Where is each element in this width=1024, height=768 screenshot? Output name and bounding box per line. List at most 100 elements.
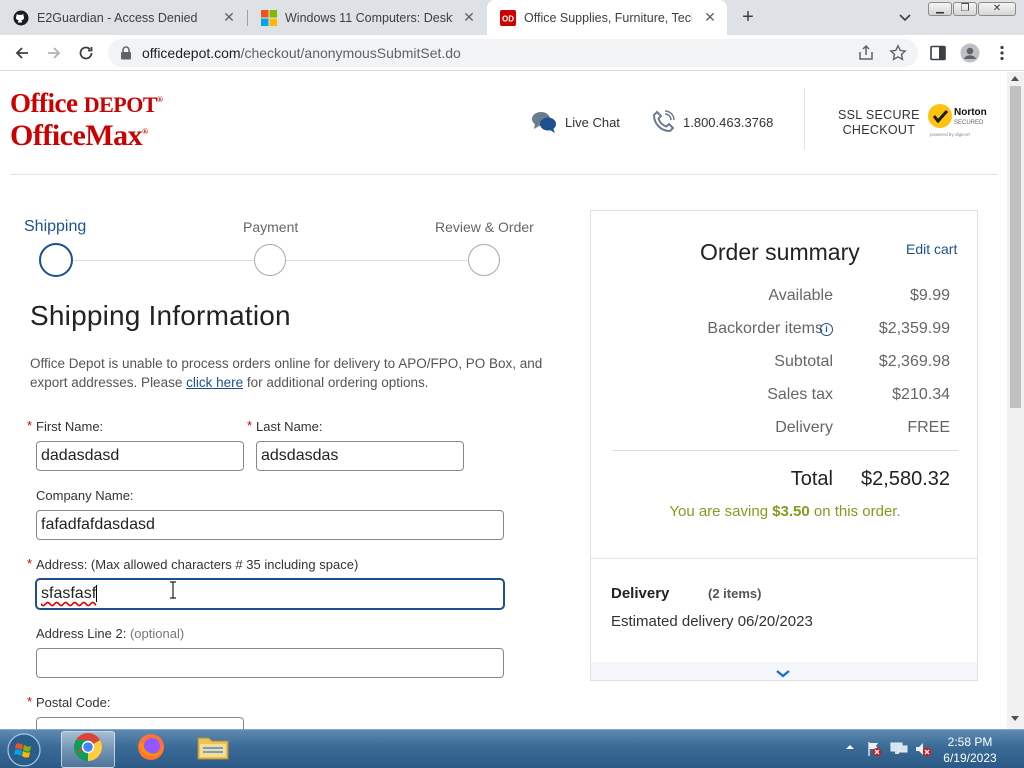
step-label-payment: Payment bbox=[243, 219, 299, 235]
clock-time: 2:58 PM bbox=[947, 735, 993, 749]
estimated-delivery: Estimated delivery 06/20/2023 bbox=[611, 613, 813, 630]
maximize-button[interactable]: ❐ bbox=[953, 2, 977, 16]
order-summary-panel: Order summary Edit cart Available $9.99 B… bbox=[590, 210, 978, 681]
folder-icon bbox=[197, 733, 229, 766]
step-connector bbox=[74, 260, 254, 261]
github-icon bbox=[13, 10, 29, 26]
first-name-field[interactable]: dadasdasd bbox=[36, 441, 244, 471]
last-name-field[interactable]: adsdasdas bbox=[256, 441, 464, 471]
bookmark-star-icon[interactable] bbox=[887, 42, 909, 64]
address-field[interactable]: sfasfasf bbox=[36, 579, 504, 609]
show-hidden-icons-icon[interactable] bbox=[845, 739, 855, 757]
chat-bubbles-icon bbox=[531, 110, 557, 134]
norton-powered-by: powered by digicert bbox=[930, 132, 971, 137]
delivery-item-count: (2 items) bbox=[708, 586, 762, 601]
delivery-expand-toggle[interactable] bbox=[591, 662, 977, 680]
share-icon[interactable] bbox=[855, 42, 877, 64]
delivery-heading: Delivery bbox=[611, 585, 670, 602]
summary-row-available: Available $9.99 bbox=[768, 287, 950, 304]
clock-date: 6/19/2023 bbox=[943, 751, 997, 765]
order-summary-title: Order summary bbox=[700, 239, 860, 265]
step-connector bbox=[286, 260, 468, 261]
taskbar-chrome[interactable] bbox=[61, 731, 115, 768]
close-tab-icon[interactable]: ✕ bbox=[222, 10, 236, 24]
page-title: Shipping Information bbox=[30, 300, 291, 331]
click-here-link[interactable]: click here bbox=[186, 375, 243, 390]
last-name-label: * Last Name: bbox=[247, 418, 323, 434]
system-clock[interactable]: 2:58 PM 6/19/2023 bbox=[930, 734, 1010, 766]
tab-office-depot[interactable]: OD Office Supplies, Furniture, Techno ✕ bbox=[487, 0, 727, 35]
lock-icon[interactable] bbox=[120, 46, 132, 65]
reload-icon[interactable] bbox=[75, 42, 97, 64]
browser-tab-strip: E2Guardian - Access Denied ✕ Windows 11 … bbox=[0, 0, 1024, 35]
norton-secured-text: SECURED bbox=[954, 120, 984, 126]
step-label-review-order: Review & Order bbox=[435, 219, 534, 235]
tab-search-chevron-icon[interactable] bbox=[896, 8, 914, 26]
live-chat-link[interactable]: Live Chat bbox=[531, 110, 620, 134]
company-name-label: Company Name: bbox=[36, 488, 134, 503]
address-label: * Address: (Max allowed characters # 35 i… bbox=[27, 556, 359, 572]
info-icon[interactable]: i bbox=[820, 323, 833, 336]
firefox-icon bbox=[136, 732, 166, 767]
tab-title: Windows 11 Computers: Desktop bbox=[285, 10, 453, 25]
windows-icon bbox=[261, 9, 277, 26]
live-chat-label: Live Chat bbox=[565, 114, 620, 130]
tab-windows-11[interactable]: Windows 11 Computers: Desktop ✕ bbox=[248, 0, 486, 35]
address-line2-label: Address Line 2: (optional) bbox=[36, 626, 185, 641]
company-name-field[interactable]: fafadfafdasdasd bbox=[36, 510, 504, 540]
officedepot-icon: OD bbox=[500, 9, 516, 26]
start-button[interactable] bbox=[4, 732, 44, 768]
checkout-page: Office DEPOT® OfficeMax® Live Chat 1.800… bbox=[0, 72, 1007, 729]
summary-total: Total $2,580.32 bbox=[790, 468, 950, 490]
back-arrow-icon[interactable] bbox=[11, 42, 33, 64]
windows-taskbar: 2:58 PM 6/19/2023 bbox=[0, 729, 1024, 768]
tab-title: E2Guardian - Access Denied bbox=[37, 10, 198, 25]
step-circle-review-order bbox=[468, 244, 500, 276]
header-divider-horizontal bbox=[10, 174, 998, 175]
network-icon[interactable] bbox=[890, 741, 908, 762]
address-bar[interactable]: officedepot.com/checkout/anonymousSubmit… bbox=[108, 39, 918, 67]
kebab-menu-icon[interactable] bbox=[991, 42, 1013, 64]
postal-code-field[interactable] bbox=[36, 717, 244, 729]
action-center-flag-icon[interactable] bbox=[866, 741, 882, 762]
summary-row-sales-tax: Sales tax $210.34 bbox=[767, 386, 950, 403]
taskbar-file-explorer[interactable] bbox=[186, 731, 240, 768]
office-depot-officemax-logo[interactable]: Office DEPOT® OfficeMax® bbox=[10, 86, 163, 151]
side-panel-icon[interactable] bbox=[927, 42, 949, 64]
edit-cart-link[interactable]: Edit cart bbox=[906, 241, 957, 257]
phone-number: 1.800.463.3768 bbox=[683, 114, 774, 130]
postal-code-label: * Postal Code: bbox=[27, 694, 111, 710]
minimize-button[interactable]: ▁ bbox=[928, 2, 952, 16]
new-tab-button[interactable]: + bbox=[737, 6, 759, 28]
savings-message: You are saving $3.50 on this order. bbox=[669, 503, 901, 520]
step-circle-payment bbox=[254, 244, 286, 276]
phone-number-link[interactable]: 1.800.463.3768 bbox=[651, 110, 773, 134]
ssl-secure-checkout-label: SSL SECURE CHECKOUT bbox=[838, 108, 920, 137]
step-circle-shipping bbox=[39, 243, 73, 277]
scrollbar-thumb[interactable] bbox=[1010, 86, 1021, 408]
summary-divider bbox=[612, 450, 958, 451]
step-label-shipping: Shipping bbox=[24, 218, 87, 235]
summary-row-backorder: Backorder items i $2,359.99 bbox=[707, 320, 950, 337]
chrome-icon bbox=[73, 732, 103, 767]
norton-secured-badge[interactable]: Norton SECURED powered by digicert bbox=[926, 102, 992, 138]
close-tab-icon[interactable]: ✕ bbox=[703, 10, 717, 24]
summary-divider bbox=[591, 558, 977, 559]
page-scrollbar[interactable] bbox=[1007, 72, 1024, 729]
scroll-down-arrow-icon[interactable] bbox=[1011, 716, 1019, 721]
forward-arrow-icon[interactable] bbox=[43, 42, 65, 64]
shipping-restriction-notice: Office Depot is unable to process orders… bbox=[30, 356, 543, 390]
phone-icon bbox=[651, 110, 675, 134]
close-window-button[interactable]: ✕ bbox=[978, 2, 1016, 16]
url-text: officedepot.com/checkout/anonymousSubmit… bbox=[142, 45, 461, 61]
header-divider bbox=[804, 88, 805, 150]
scroll-up-arrow-icon[interactable] bbox=[1011, 76, 1019, 81]
tab-e2guardian[interactable]: E2Guardian - Access Denied ✕ bbox=[0, 0, 246, 35]
summary-row-subtotal: Subtotal $2,369.98 bbox=[774, 353, 950, 370]
profile-avatar-icon[interactable] bbox=[959, 42, 981, 64]
close-tab-icon[interactable]: ✕ bbox=[462, 10, 476, 24]
address-line2-field[interactable] bbox=[36, 648, 504, 678]
text-cursor-ibeam-icon bbox=[169, 581, 177, 604]
taskbar-firefox[interactable] bbox=[124, 731, 178, 768]
norton-text: Norton bbox=[954, 107, 987, 118]
